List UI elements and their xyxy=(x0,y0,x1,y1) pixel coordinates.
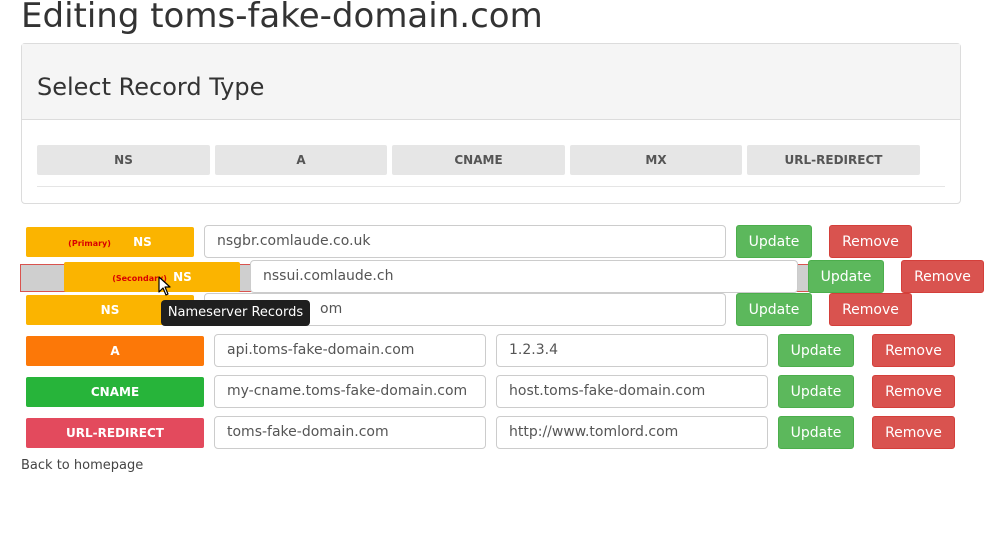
cname-host-input[interactable]: my-cname.toms-fake-domain.com xyxy=(214,375,486,408)
type-url-redirect-button[interactable]: URL-REDIRECT xyxy=(747,145,920,175)
update-button[interactable]: Update xyxy=(778,416,854,449)
a-host-input[interactable]: api.toms-fake-domain.com xyxy=(214,334,486,367)
mouse-pointer-icon xyxy=(158,276,171,296)
update-button[interactable]: Update xyxy=(778,375,854,408)
record-type-badge-ns[interactable]: (Primary) NS xyxy=(26,227,194,257)
a-value-input[interactable]: 1.2.3.4 xyxy=(496,334,768,367)
record-type-badge-ns-dragging[interactable]: (Secondary) NS xyxy=(64,262,240,292)
remove-button[interactable]: Remove xyxy=(901,260,984,293)
remove-button[interactable]: Remove xyxy=(872,334,955,367)
ns-value-input[interactable]: nssui.comlaude.ch xyxy=(250,260,798,293)
ns-value-input[interactable]: nsgbr.comlaude.co.uk xyxy=(204,225,726,258)
record-type-badge-a[interactable]: A xyxy=(26,336,204,366)
url-redirect-host-input[interactable]: toms-fake-domain.com xyxy=(214,416,486,449)
type-cname-button[interactable]: CNAME xyxy=(392,145,565,175)
update-button[interactable]: Update xyxy=(778,334,854,367)
page-title: Editing toms-fake-domain.com xyxy=(21,0,543,36)
remove-button[interactable]: Remove xyxy=(872,375,955,408)
type-mx-button[interactable]: MX xyxy=(570,145,742,175)
record-type-label: NS xyxy=(133,235,152,249)
nameserver-tooltip: Nameserver Records xyxy=(161,300,310,326)
panel-divider xyxy=(37,186,945,187)
primary-tag: (Primary) xyxy=(68,239,111,248)
update-button[interactable]: Update xyxy=(736,225,812,258)
record-type-badge-cname[interactable]: CNAME xyxy=(26,377,204,407)
record-type-panel-title: Select Record Type xyxy=(37,73,265,101)
url-redirect-value-input[interactable]: http://www.tomlord.com xyxy=(496,416,768,449)
record-type-label: NS xyxy=(173,270,192,284)
update-button[interactable]: Update xyxy=(808,260,884,293)
ns-value-text: om xyxy=(320,301,343,317)
remove-button[interactable]: Remove xyxy=(872,416,955,449)
record-type-badge-url-redirect[interactable]: URL-REDIRECT xyxy=(26,418,204,448)
remove-button[interactable]: Remove xyxy=(829,225,912,258)
type-a-button[interactable]: A xyxy=(215,145,387,175)
update-button[interactable]: Update xyxy=(736,293,812,326)
back-to-homepage-link[interactable]: Back to homepage xyxy=(21,457,143,475)
cname-value-input[interactable]: host.toms-fake-domain.com xyxy=(496,375,768,408)
type-ns-button[interactable]: NS xyxy=(37,145,210,175)
remove-button[interactable]: Remove xyxy=(829,293,912,326)
